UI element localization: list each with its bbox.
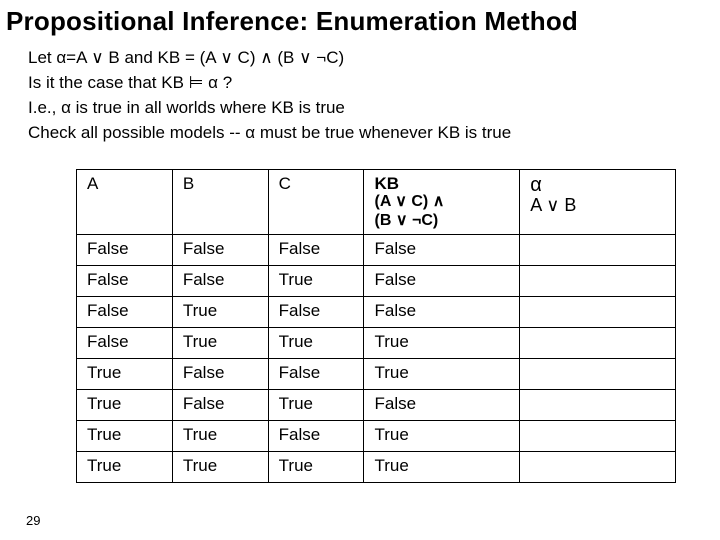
cell-c: True [268, 452, 364, 483]
alpha-header-top: α [530, 174, 542, 196]
table-row: False False False False [77, 235, 676, 266]
cell-kb: True [364, 359, 520, 390]
body-line-3: I.e., α is true in all worlds where KB i… [28, 97, 680, 120]
cell-kb: False [364, 235, 520, 266]
cell-a: True [77, 421, 173, 452]
table-row: True False False True [77, 359, 676, 390]
cell-alpha [520, 452, 676, 483]
cell-b: True [172, 297, 268, 328]
cell-a: True [77, 390, 173, 421]
col-header-b: B [172, 169, 268, 234]
truth-table: A B C KB (A ∨ C) ∧ (B ∨ ¬C) α A ∨ B Fals… [76, 169, 676, 483]
slide-body: Let α=A ∨ B and KB = (A ∨ C) ∧ (B ∨ ¬C) … [0, 47, 680, 145]
col-header-c: C [268, 169, 364, 234]
cell-alpha [520, 297, 676, 328]
slide-number: 29 [26, 513, 40, 528]
cell-b: False [172, 390, 268, 421]
cell-c: True [268, 390, 364, 421]
body-line-1: Let α=A ∨ B and KB = (A ∨ C) ∧ (B ∨ ¬C) [28, 47, 680, 70]
cell-b: True [172, 452, 268, 483]
cell-c: True [268, 266, 364, 297]
table-row: False False True False [77, 266, 676, 297]
cell-kb: False [364, 297, 520, 328]
cell-a: True [77, 359, 173, 390]
cell-b: False [172, 235, 268, 266]
cell-kb: True [364, 328, 520, 359]
col-header-kb: KB (A ∨ C) ∧ (B ∨ ¬C) [364, 169, 520, 234]
cell-c: False [268, 235, 364, 266]
kb-header-sub2: (B ∨ ¬C) [374, 212, 509, 230]
cell-c: False [268, 421, 364, 452]
cell-alpha [520, 328, 676, 359]
cell-a: False [77, 235, 173, 266]
cell-alpha [520, 235, 676, 266]
col-header-a: A [77, 169, 173, 234]
cell-alpha [520, 359, 676, 390]
cell-alpha [520, 390, 676, 421]
cell-c: True [268, 328, 364, 359]
table-row: True True False True [77, 421, 676, 452]
table-row: True True True True [77, 452, 676, 483]
cell-b: False [172, 359, 268, 390]
cell-b: True [172, 328, 268, 359]
cell-a: True [77, 452, 173, 483]
cell-kb: True [364, 421, 520, 452]
cell-alpha [520, 421, 676, 452]
cell-b: False [172, 266, 268, 297]
truth-table-container: A B C KB (A ∨ C) ∧ (B ∨ ¬C) α A ∨ B Fals… [76, 169, 676, 483]
cell-a: False [77, 297, 173, 328]
alpha-header-sub: A ∨ B [530, 196, 665, 216]
cell-kb: True [364, 452, 520, 483]
table-row: True False True False [77, 390, 676, 421]
cell-a: False [77, 266, 173, 297]
cell-kb: False [364, 266, 520, 297]
body-line-2: Is it the case that KB ⊨ α ? [28, 72, 680, 95]
table-header-row: A B C KB (A ∨ C) ∧ (B ∨ ¬C) α A ∨ B [77, 169, 676, 234]
kb-header-sub1: (A ∨ C) ∧ [374, 193, 509, 211]
slide-title: Propositional Inference: Enumeration Met… [0, 0, 720, 47]
cell-alpha [520, 266, 676, 297]
cell-c: False [268, 297, 364, 328]
table-row: False True False False [77, 297, 676, 328]
kb-header-top: KB [374, 174, 399, 193]
cell-c: False [268, 359, 364, 390]
body-line-4: Check all possible models -- α must be t… [28, 122, 680, 145]
cell-kb: False [364, 390, 520, 421]
table-body: False False False False False False True… [77, 235, 676, 483]
cell-a: False [77, 328, 173, 359]
col-header-alpha: α A ∨ B [520, 169, 676, 234]
cell-b: True [172, 421, 268, 452]
table-row: False True True True [77, 328, 676, 359]
